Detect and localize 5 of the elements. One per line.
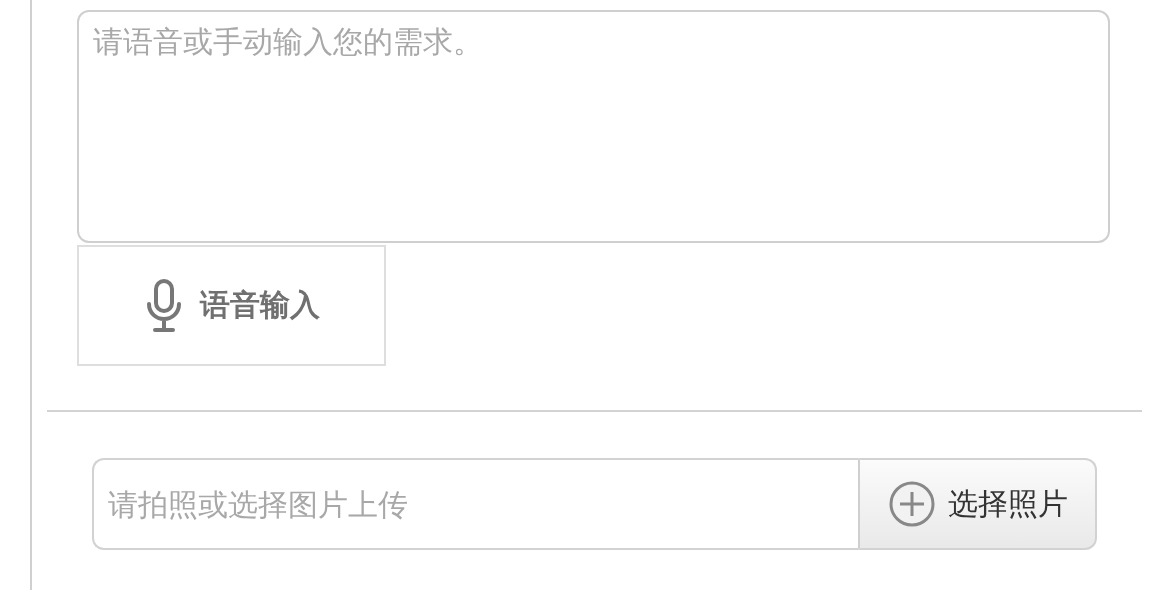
request-textarea[interactable]: 请语音或手动输入您的需求。 bbox=[77, 10, 1110, 243]
plus-circle-icon bbox=[887, 480, 936, 528]
choose-photo-button[interactable]: 选择照片 bbox=[858, 458, 1097, 550]
photo-upload-field[interactable]: 请拍照或选择图片上传 bbox=[92, 458, 858, 550]
voice-input-button[interactable]: 语音输入 bbox=[77, 245, 386, 366]
